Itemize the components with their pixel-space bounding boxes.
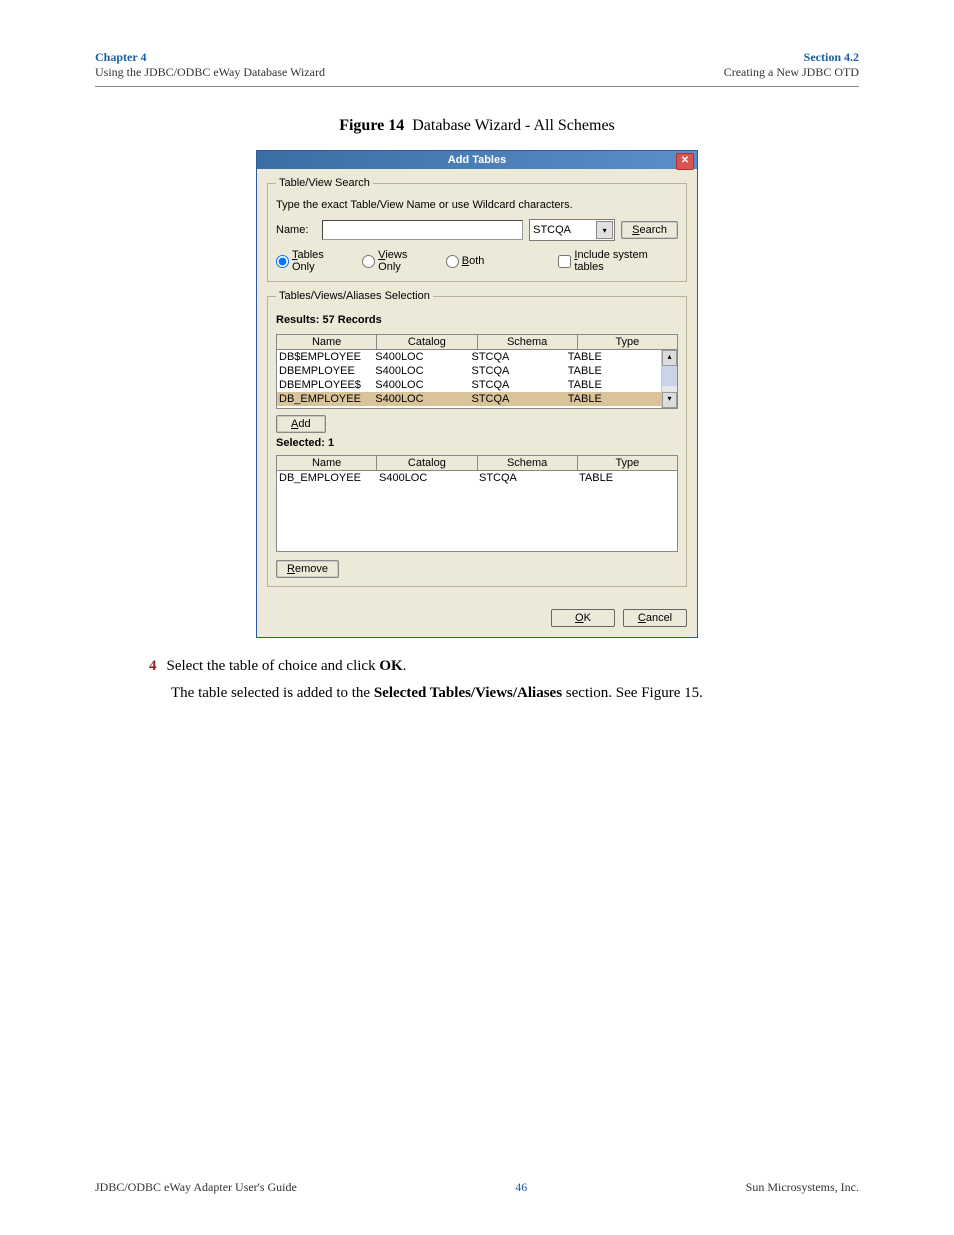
sel-col-catalog[interactable]: Catalog (377, 456, 477, 471)
header-divider (95, 86, 859, 87)
results-table-header: Name Catalog Schema Type (276, 334, 678, 350)
add-tables-dialog: Add Tables ✕ Table/View Search Type the … (256, 150, 698, 638)
footer-left: JDBC/ODBC eWay Adapter User's Guide (95, 1180, 297, 1195)
tables-only-radio[interactable]: Tables Only (276, 249, 348, 273)
footer-page-number: 46 (515, 1180, 527, 1195)
table-row-selected[interactable]: DB_EMPLOYEES400LOCSTCQATABLE (277, 392, 662, 406)
both-radio[interactable]: Both (446, 255, 485, 268)
col-catalog[interactable]: Catalog (377, 335, 477, 350)
page-header: Chapter 4 Using the JDBC/ODBC eWay Datab… (95, 50, 859, 84)
name-label: Name: (276, 224, 316, 236)
results-scrollbar[interactable]: ▴ ▾ (661, 350, 677, 408)
ok-button[interactable]: OK (551, 609, 615, 627)
table-row[interactable]: DEPTS400LOCSTCQATABLE (277, 406, 662, 408)
selection-fieldset: Tables/Views/Aliases Selection Results: … (267, 290, 687, 587)
step-number: 4 (149, 658, 157, 674)
schema-dropdown[interactable]: STCQA ▾ (529, 219, 615, 241)
col-schema[interactable]: Schema (477, 335, 577, 350)
table-row[interactable]: DB$EMPLOYEES400LOCSTCQATABLE (277, 350, 662, 364)
selected-count-label: Selected: 1 (276, 437, 678, 449)
search-legend: Table/View Search (276, 177, 373, 189)
chevron-down-icon[interactable]: ▾ (596, 221, 613, 239)
search-instruction: Type the exact Table/View Name or use Wi… (276, 199, 678, 211)
results-table-body: DB$EMPLOYEES400LOCSTCQATABLE DBEMPLOYEES… (276, 350, 678, 409)
dialog-title: Add Tables (448, 154, 506, 166)
footer-right: Sun Microsystems, Inc. (746, 1180, 859, 1195)
chapter-label: Chapter 4 (95, 50, 325, 65)
both-radio-input[interactable] (446, 255, 459, 268)
section-subtitle: Creating a New JDBC OTD (724, 65, 859, 80)
table-row[interactable]: DBEMPLOYEES400LOCSTCQATABLE (277, 364, 662, 378)
scroll-up-icon[interactable]: ▴ (662, 350, 677, 366)
remove-button[interactable]: Remove (276, 560, 339, 578)
selected-table-body: DB_EMPLOYEES400LOCSTCQATABLE (276, 471, 678, 552)
search-button[interactable]: Search (621, 221, 678, 239)
selection-legend: Tables/Views/Aliases Selection (276, 290, 433, 302)
table-row[interactable]: DB_EMPLOYEES400LOCSTCQATABLE (277, 471, 677, 485)
page-footer: JDBC/ODBC eWay Adapter User's Guide 46 S… (95, 1180, 859, 1195)
step-4: 4Select the table of choice and click OK… (95, 658, 859, 675)
figure-title: Database Wizard - All Schemes (412, 117, 615, 134)
figure-caption: Figure 14 Database Wizard - All Schemes (95, 117, 859, 135)
section-label: Section 4.2 (724, 50, 859, 65)
dialog-titlebar: Add Tables ✕ (257, 151, 697, 169)
col-name[interactable]: Name (277, 335, 377, 350)
cancel-button[interactable]: Cancel (623, 609, 687, 627)
include-system-checkbox[interactable]: Include system tables (558, 249, 678, 273)
col-type[interactable]: Type (577, 335, 677, 350)
sel-col-type[interactable]: Type (577, 456, 677, 471)
table-row[interactable]: DBEMPLOYEE$S400LOCSTCQATABLE (277, 378, 662, 392)
close-icon[interactable]: ✕ (676, 153, 694, 170)
add-button[interactable]: Add (276, 415, 326, 433)
results-count-label: Results: 57 Records (276, 314, 678, 326)
figure-label: Figure 14 (339, 117, 404, 134)
include-system-checkbox-input[interactable] (558, 255, 571, 268)
scroll-thumb[interactable] (662, 366, 677, 386)
scroll-down-icon[interactable]: ▾ (662, 392, 677, 408)
sel-col-name[interactable]: Name (277, 456, 377, 471)
selected-table-header: Name Catalog Schema Type (276, 455, 678, 471)
search-fieldset: Table/View Search Type the exact Table/V… (267, 177, 687, 282)
tables-only-radio-input[interactable] (276, 255, 289, 268)
chapter-subtitle: Using the JDBC/ODBC eWay Database Wizard (95, 65, 325, 80)
views-only-radio-input[interactable] (362, 255, 375, 268)
schema-value: STCQA (533, 224, 571, 236)
sel-col-schema[interactable]: Schema (477, 456, 577, 471)
views-only-radio[interactable]: Views Only (362, 249, 432, 273)
body-paragraph: The table selected is added to the Selec… (171, 683, 859, 703)
name-input[interactable] (322, 220, 523, 240)
